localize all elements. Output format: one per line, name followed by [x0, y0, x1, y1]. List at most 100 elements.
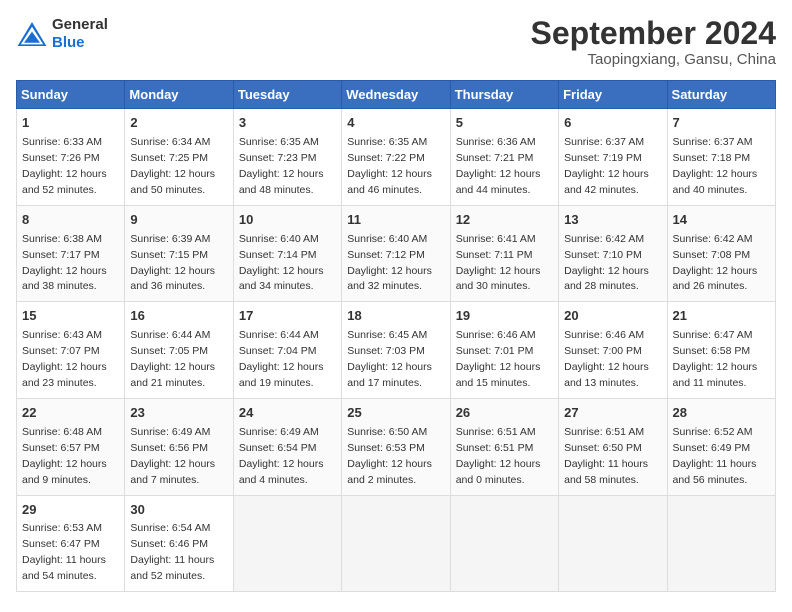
day-info: Sunrise: 6:51 AMSunset: 6:50 PMDaylight:…	[564, 426, 648, 486]
calendar-week-row: 22 Sunrise: 6:48 AMSunset: 6:57 PMDayligh…	[17, 398, 776, 495]
day-info: Sunrise: 6:54 AMSunset: 6:46 PMDaylight:…	[130, 522, 214, 582]
calendar-day-cell: 26 Sunrise: 6:51 AMSunset: 6:51 PMDayligh…	[450, 398, 558, 495]
day-number: 5	[456, 114, 553, 133]
calendar-week-row: 29 Sunrise: 6:53 AMSunset: 6:47 PMDayligh…	[17, 495, 776, 592]
day-number: 30	[130, 501, 227, 520]
calendar-day-cell: 4Sunrise: 6:35 AMSunset: 7:22 PMDaylight…	[342, 109, 450, 206]
calendar-day-cell	[667, 495, 775, 592]
weekday-header: Saturday	[667, 81, 775, 109]
weekday-header: Monday	[125, 81, 233, 109]
day-info: Sunrise: 6:46 AMSunset: 7:01 PMDaylight:…	[456, 329, 541, 389]
calendar-day-cell: 19 Sunrise: 6:46 AMSunset: 7:01 PMDayligh…	[450, 302, 558, 399]
day-number: 15	[22, 307, 119, 326]
day-number: 19	[456, 307, 553, 326]
logo: General Blue	[16, 16, 108, 52]
calendar-day-cell: 22 Sunrise: 6:48 AMSunset: 6:57 PMDayligh…	[17, 398, 125, 495]
calendar-day-cell: 10Sunrise: 6:40 AMSunset: 7:14 PMDayligh…	[233, 205, 341, 302]
day-info: Sunrise: 6:39 AMSunset: 7:15 PMDaylight:…	[130, 233, 215, 293]
calendar-day-cell: 8Sunrise: 6:38 AMSunset: 7:17 PMDaylight…	[17, 205, 125, 302]
weekday-header: Wednesday	[342, 81, 450, 109]
calendar-day-cell	[559, 495, 667, 592]
day-number: 1	[22, 114, 119, 133]
day-info: Sunrise: 6:40 AMSunset: 7:12 PMDaylight:…	[347, 233, 432, 293]
day-number: 13	[564, 211, 661, 230]
day-info: Sunrise: 6:49 AMSunset: 6:54 PMDaylight:…	[239, 426, 324, 486]
calendar-day-cell: 21 Sunrise: 6:47 AMSunset: 6:58 PMDayligh…	[667, 302, 775, 399]
day-number: 9	[130, 211, 227, 230]
day-number: 17	[239, 307, 336, 326]
month-title: September 2024	[531, 16, 776, 51]
day-number: 21	[673, 307, 770, 326]
day-number: 6	[564, 114, 661, 133]
day-info: Sunrise: 6:40 AMSunset: 7:14 PMDaylight:…	[239, 233, 324, 293]
day-info: Sunrise: 6:46 AMSunset: 7:00 PMDaylight:…	[564, 329, 649, 389]
calendar-day-cell: 24 Sunrise: 6:49 AMSunset: 6:54 PMDayligh…	[233, 398, 341, 495]
calendar-day-cell: 17 Sunrise: 6:44 AMSunset: 7:04 PMDayligh…	[233, 302, 341, 399]
day-info: Sunrise: 6:42 AMSunset: 7:08 PMDaylight:…	[673, 233, 758, 293]
calendar-day-cell	[342, 495, 450, 592]
calendar-day-cell: 7 Sunrise: 6:37 AMSunset: 7:18 PMDaylight…	[667, 109, 775, 206]
calendar-day-cell: 2 Sunrise: 6:34 AMSunset: 7:25 PMDaylight…	[125, 109, 233, 206]
day-info: Sunrise: 6:44 AMSunset: 7:04 PMDaylight:…	[239, 329, 324, 389]
day-info: Sunrise: 6:34 AMSunset: 7:25 PMDaylight:…	[130, 136, 215, 196]
logo-icon	[16, 20, 48, 48]
day-info: Sunrise: 6:43 AMSunset: 7:07 PMDaylight:…	[22, 329, 107, 389]
day-number: 16	[130, 307, 227, 326]
calendar-week-row: 1Sunrise: 6:33 AMSunset: 7:26 PMDaylight…	[17, 109, 776, 206]
calendar-day-cell	[233, 495, 341, 592]
weekday-header: Thursday	[450, 81, 558, 109]
day-number: 18	[347, 307, 444, 326]
calendar-day-cell: 11Sunrise: 6:40 AMSunset: 7:12 PMDayligh…	[342, 205, 450, 302]
day-number: 12	[456, 211, 553, 230]
day-number: 29	[22, 501, 119, 520]
weekday-header: Tuesday	[233, 81, 341, 109]
day-info: Sunrise: 6:53 AMSunset: 6:47 PMDaylight:…	[22, 522, 106, 582]
day-info: Sunrise: 6:42 AMSunset: 7:10 PMDaylight:…	[564, 233, 649, 293]
day-number: 24	[239, 404, 336, 423]
day-number: 25	[347, 404, 444, 423]
day-info: Sunrise: 6:51 AMSunset: 6:51 PMDaylight:…	[456, 426, 541, 486]
calendar-day-cell: 14 Sunrise: 6:42 AMSunset: 7:08 PMDayligh…	[667, 205, 775, 302]
calendar-day-cell: 28Sunrise: 6:52 AMSunset: 6:49 PMDayligh…	[667, 398, 775, 495]
day-number: 8	[22, 211, 119, 230]
day-number: 3	[239, 114, 336, 133]
day-number: 26	[456, 404, 553, 423]
day-info: Sunrise: 6:52 AMSunset: 6:49 PMDaylight:…	[673, 426, 757, 486]
day-info: Sunrise: 6:44 AMSunset: 7:05 PMDaylight:…	[130, 329, 215, 389]
calendar-day-cell: 12 Sunrise: 6:41 AMSunset: 7:11 PMDayligh…	[450, 205, 558, 302]
day-number: 20	[564, 307, 661, 326]
calendar-day-cell: 15 Sunrise: 6:43 AMSunset: 7:07 PMDayligh…	[17, 302, 125, 399]
calendar-day-cell: 20 Sunrise: 6:46 AMSunset: 7:00 PMDayligh…	[559, 302, 667, 399]
day-info: Sunrise: 6:49 AMSunset: 6:56 PMDaylight:…	[130, 426, 215, 486]
day-number: 27	[564, 404, 661, 423]
weekday-header: Sunday	[17, 81, 125, 109]
page-header: General Blue September 2024 Taopingxiang…	[16, 16, 776, 68]
day-info: Sunrise: 6:37 AMSunset: 7:18 PMDaylight:…	[673, 136, 758, 196]
logo-general-text: General	[52, 16, 108, 34]
day-number: 2	[130, 114, 227, 133]
calendar-table: SundayMondayTuesdayWednesdayThursdayFrid…	[16, 80, 776, 592]
day-number: 22	[22, 404, 119, 423]
calendar-day-cell: 30 Sunrise: 6:54 AMSunset: 6:46 PMDayligh…	[125, 495, 233, 592]
calendar-day-cell: 18 Sunrise: 6:45 AMSunset: 7:03 PMDayligh…	[342, 302, 450, 399]
calendar-week-row: 15 Sunrise: 6:43 AMSunset: 7:07 PMDayligh…	[17, 302, 776, 399]
day-info: Sunrise: 6:36 AMSunset: 7:21 PMDaylight:…	[456, 136, 541, 196]
day-number: 7	[673, 114, 770, 133]
day-info: Sunrise: 6:50 AMSunset: 6:53 PMDaylight:…	[347, 426, 432, 486]
day-number: 14	[673, 211, 770, 230]
calendar-day-cell: 6Sunrise: 6:37 AMSunset: 7:19 PMDaylight…	[559, 109, 667, 206]
calendar-day-cell: 29 Sunrise: 6:53 AMSunset: 6:47 PMDayligh…	[17, 495, 125, 592]
logo-blue-text: Blue	[52, 34, 108, 52]
calendar-day-cell: 3Sunrise: 6:35 AMSunset: 7:23 PMDaylight…	[233, 109, 341, 206]
location-text: Taopingxiang, Gansu, China	[531, 51, 776, 68]
calendar-day-cell: 16 Sunrise: 6:44 AMSunset: 7:05 PMDayligh…	[125, 302, 233, 399]
day-info: Sunrise: 6:35 AMSunset: 7:22 PMDaylight:…	[347, 136, 432, 196]
day-info: Sunrise: 6:47 AMSunset: 6:58 PMDaylight:…	[673, 329, 758, 389]
calendar-day-cell: 23Sunrise: 6:49 AMSunset: 6:56 PMDayligh…	[125, 398, 233, 495]
day-info: Sunrise: 6:48 AMSunset: 6:57 PMDaylight:…	[22, 426, 107, 486]
weekday-header: Friday	[559, 81, 667, 109]
calendar-day-cell: 9 Sunrise: 6:39 AMSunset: 7:15 PMDaylight…	[125, 205, 233, 302]
calendar-day-cell: 27 Sunrise: 6:51 AMSunset: 6:50 PMDayligh…	[559, 398, 667, 495]
day-info: Sunrise: 6:45 AMSunset: 7:03 PMDaylight:…	[347, 329, 432, 389]
day-info: Sunrise: 6:41 AMSunset: 7:11 PMDaylight:…	[456, 233, 541, 293]
